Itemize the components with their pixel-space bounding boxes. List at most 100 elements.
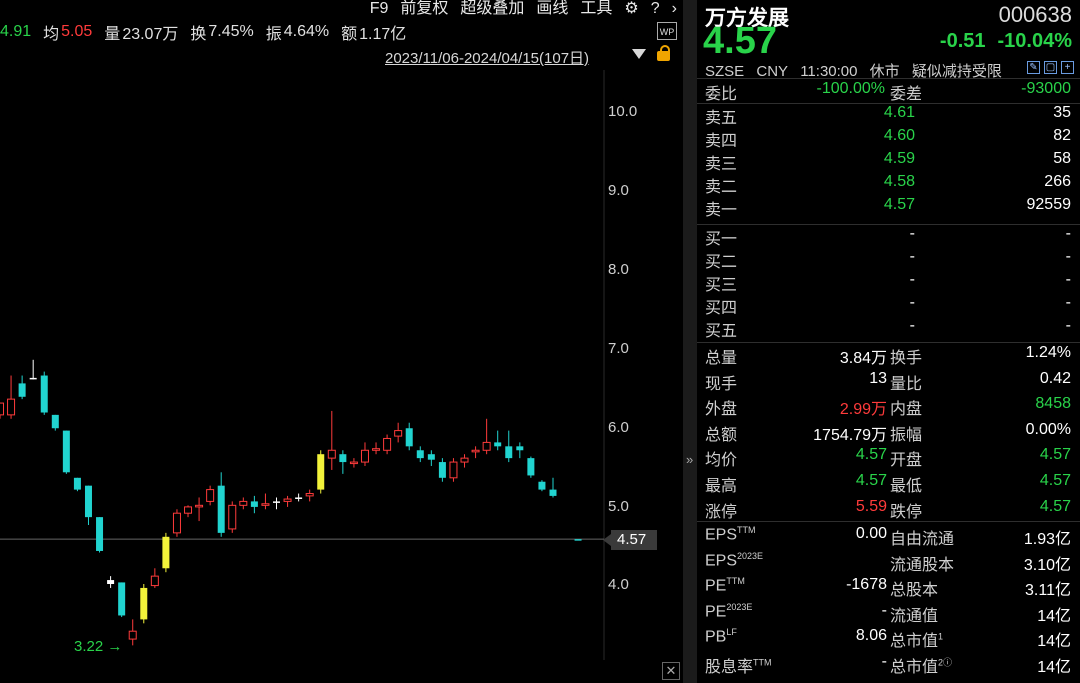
add-icon[interactable]: + (1061, 61, 1074, 74)
candle (438, 458, 446, 482)
candle (482, 418, 491, 455)
bid-price: - (909, 271, 915, 288)
detail-label: 现手 (705, 375, 738, 393)
fund-value-2: 1.93亿 (1023, 531, 1071, 548)
fund-label: PE (705, 602, 727, 620)
candle (96, 517, 104, 553)
ask-price: 4.58 (883, 173, 915, 190)
ask-price: 4.61 (883, 104, 915, 121)
ask-price: 4.60 (883, 127, 915, 144)
candle (383, 434, 392, 455)
bid-label: 买五 (705, 323, 738, 340)
edit-icon[interactable]: ✎ (1027, 61, 1040, 74)
candle (73, 477, 81, 492)
fundamental-row: EPS2023E 流通股本 3.10亿 (705, 551, 1071, 574)
y-tick-label: 7.0 (608, 340, 629, 357)
diff-label: 委差 (890, 86, 923, 103)
window-icon[interactable]: ▢ (1044, 61, 1057, 74)
candle-body (449, 461, 458, 479)
close-icon[interactable]: ✕ (662, 662, 680, 680)
candle-body (51, 414, 59, 429)
candle-body (273, 501, 280, 503)
ask-label: 卖三 (705, 156, 738, 173)
candle-body (516, 446, 524, 451)
fund-value: - (881, 652, 887, 670)
detail-row: 涨停 5.59 跌停 4.57 (705, 498, 1071, 521)
fund-value: 8.06 (855, 627, 887, 644)
candle (574, 539, 582, 541)
detail-label: 总量 (705, 350, 738, 367)
candle-body (349, 461, 358, 465)
fund-value-2: 3.11亿 (1025, 582, 1071, 599)
fund-label-2: 流通股本 (890, 556, 955, 574)
kline-chart-area[interactable]: F9 前复权 超级叠加 画线 工具 ⚙ ? › 4.91 均 5.05 量 23… (0, 0, 683, 683)
candle-body (96, 517, 104, 551)
expand-panel-icon[interactable]: » (686, 452, 693, 467)
ask-volume: 92559 (1026, 196, 1072, 213)
candle-body (206, 489, 215, 502)
candle-body (250, 501, 258, 507)
detail-row: 最高 4.57 最低 4.57 (705, 472, 1071, 495)
meta-icons: ✎ ▢ + (1027, 61, 1074, 74)
y-tick-label: 8.0 (608, 261, 629, 278)
fund-label-2: 总市值 (890, 658, 939, 676)
fund-value-2: 14亿 (1037, 633, 1071, 650)
fund-label-2: 总市值 (890, 633, 939, 650)
candle (494, 430, 502, 451)
separator (697, 103, 1080, 104)
detail-value: 5.59 (855, 497, 887, 515)
candle (29, 359, 37, 380)
current-price-tag: 4.57 (603, 530, 657, 550)
ask-label: 卖二 (705, 179, 738, 196)
candle (250, 495, 258, 514)
candle (118, 582, 126, 618)
stock-code: 000638 (998, 2, 1072, 27)
fund-label: PB (705, 628, 727, 646)
ask-volume: 35 (1053, 104, 1071, 121)
candle (394, 422, 403, 443)
detail-value: 4.57 (855, 446, 887, 464)
bid-label: 买四 (705, 300, 738, 317)
fund-label-2-group: 流通股本 (890, 551, 954, 575)
bid-price: - (909, 248, 915, 265)
price-change: -0.51 -10.04% (928, 30, 1072, 53)
ask-row: 卖二 4.58 266 (705, 173, 1071, 196)
detail-label: 总额 (705, 426, 738, 444)
candle (372, 442, 381, 455)
candle-body (195, 504, 204, 508)
candle (206, 485, 215, 506)
candle-body (118, 582, 126, 616)
detail-row: 总量 3.84万 换手 1.24% (705, 344, 1071, 367)
candle (305, 489, 314, 502)
detail-value-2: 0.42 (1039, 369, 1071, 387)
candle-body (73, 477, 81, 490)
fundamental-row: 股息率TTM - 总市值2ⓘ 14亿 (705, 653, 1071, 676)
candle-body (172, 512, 181, 534)
candlestick-plot (0, 70, 605, 660)
detail-value-2: 0.00% (1025, 420, 1071, 438)
bid-volume: - (1065, 248, 1071, 265)
fundamental-row: PETTM -1678 总股本 3.11亿 (705, 576, 1071, 599)
candle-body (305, 493, 314, 497)
candle (217, 472, 225, 537)
y-tick-label: 9.0 (608, 182, 629, 199)
fund-label: PE (705, 577, 727, 595)
candle (261, 493, 270, 510)
candle-body (394, 430, 403, 437)
y-tick-label: 5.0 (608, 498, 629, 515)
candle-body (327, 449, 336, 459)
candle-body (0, 402, 4, 416)
ask-volume: 82 (1053, 127, 1071, 144)
bid-row: 买三 - - (705, 271, 1071, 294)
y-tick-label: 6.0 (608, 419, 629, 436)
ask-price: 4.57 (883, 196, 915, 213)
bid-volume: - (1065, 271, 1071, 288)
ask-row: 卖一 4.57 92559 (705, 196, 1071, 219)
candle-body (405, 428, 413, 447)
panel-divider[interactable] (683, 0, 697, 683)
detail-row: 现手 13 量比 0.42 (705, 370, 1071, 393)
last-price: 4.57 (703, 20, 777, 62)
bid-price: - (909, 317, 915, 334)
candle (427, 450, 435, 466)
detail-row: 外盘 2.99万 内盘 8458 (705, 395, 1071, 418)
